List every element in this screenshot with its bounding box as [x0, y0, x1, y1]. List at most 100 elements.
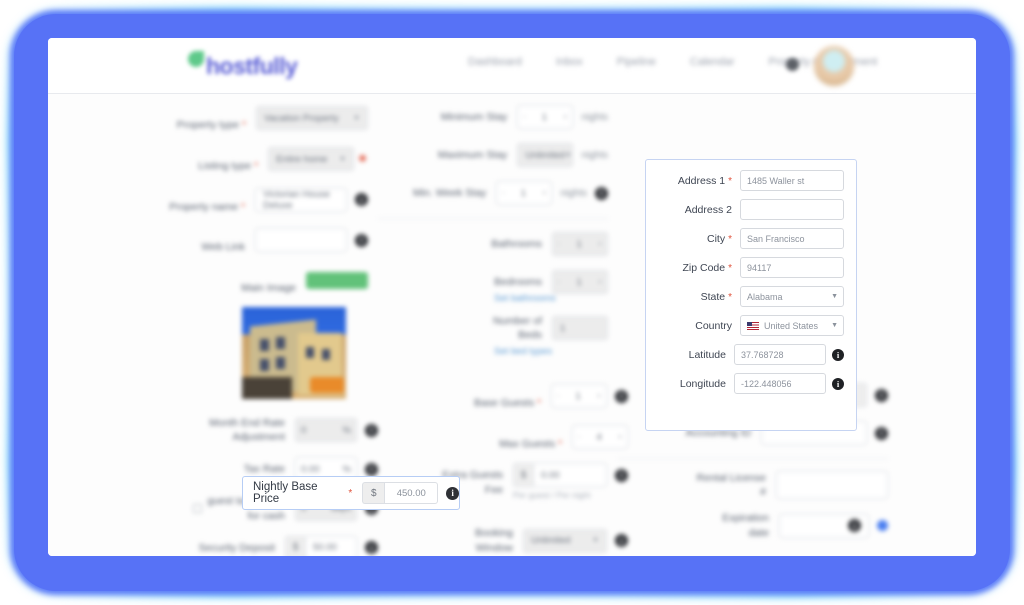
field-property-type[interactable]: Property type * Vacation Property ▼: [148, 104, 368, 133]
input-address-1[interactable]: 1485 Waller st: [740, 170, 844, 191]
nav-item-inbox[interactable]: Inbox: [556, 56, 583, 68]
field-property-name[interactable]: Property name * Victorian House Deluxe i: [148, 185, 368, 214]
minus-icon[interactable]: -: [578, 434, 580, 441]
nightly-base-price-row[interactable]: Nightly Base Price * $ 450.00 i: [242, 476, 460, 510]
user-avatar[interactable]: [814, 46, 854, 86]
set-bed-types-link[interactable]: Set bed types: [494, 346, 608, 357]
minus-icon[interactable]: -: [558, 279, 560, 286]
field-main-image[interactable]: Main Image: [148, 266, 368, 294]
minus-icon[interactable]: -: [557, 393, 559, 400]
input-minimum-stay[interactable]: - 1 +: [517, 105, 574, 129]
input-web-link[interactable]: [255, 228, 347, 253]
info-icon[interactable]: i: [832, 377, 844, 390]
input-security-deposit[interactable]: 50.00: [305, 535, 357, 556]
input-number-of-beds[interactable]: 1: [552, 316, 608, 341]
input-longitude[interactable]: -122.448056: [734, 373, 826, 394]
hostfully-logo[interactable]: hostfully: [188, 50, 318, 82]
input-rental-license[interactable]: [776, 471, 888, 500]
input-property-type[interactable]: Vacation Property ▼: [256, 106, 368, 131]
field-city[interactable]: City * San Francisco: [650, 228, 844, 249]
input-country[interactable]: United States ▼: [740, 315, 844, 336]
field-month-end-rate-adjustment[interactable]: Month End Rate Adjustment 0 % i: [148, 416, 378, 444]
input-booking-window[interactable]: Unlimited ▼: [523, 528, 607, 553]
info-icon[interactable]: i: [365, 462, 378, 476]
field-address-1[interactable]: Address 1 * 1485 Waller st: [650, 170, 844, 191]
suffix-percent: %: [342, 463, 351, 475]
field-base-guests[interactable]: Base Guests * - 1 + i: [378, 382, 628, 411]
input-base-guests[interactable]: - 1 +: [551, 384, 607, 409]
info-icon[interactable]: i: [355, 233, 368, 247]
info-icon[interactable]: i: [875, 426, 888, 440]
plus-icon[interactable]: +: [598, 241, 602, 248]
info-icon[interactable]: i: [832, 348, 844, 361]
window-shape: [260, 338, 269, 351]
minus-icon[interactable]: -: [523, 114, 525, 121]
value-property-type: Vacation Property: [264, 112, 339, 124]
grid-icon[interactable]: [786, 58, 799, 71]
info-icon[interactable]: i: [355, 193, 368, 207]
field-booking-window[interactable]: Booking Window Unlimited ▼ i: [378, 526, 628, 554]
required-marker: *: [558, 438, 562, 450]
nav-item-pipeline[interactable]: Pipeline: [617, 56, 656, 68]
field-bedrooms[interactable]: Bedrooms - 1 +: [378, 269, 608, 295]
value-country: United States: [764, 320, 819, 331]
field-address-2[interactable]: Address 2: [650, 199, 844, 220]
info-icon[interactable]: i: [365, 423, 378, 437]
info-icon[interactable]: i: [446, 486, 459, 500]
label-listing-type: Listing type: [198, 159, 252, 172]
input-city[interactable]: San Francisco: [740, 228, 844, 249]
field-security-deposit[interactable]: Security Deposit $ 50.00 i: [148, 535, 378, 556]
label-number-of-beds: Number of Beds: [492, 315, 542, 342]
nightly-base-price-input-group[interactable]: $ 450.00: [362, 482, 439, 504]
input-bedrooms[interactable]: - 1 +: [552, 270, 608, 294]
input-expiration-date[interactable]: i: [779, 513, 869, 538]
info-icon[interactable]: i: [365, 541, 378, 555]
field-listing-type[interactable]: Listing type * Entire home ▼ ✷: [148, 145, 368, 174]
field-latitude[interactable]: Latitude 37.768728 i: [650, 344, 844, 365]
field-zip-code[interactable]: Zip Code * 94117: [650, 257, 844, 278]
field-state[interactable]: State * Alabama ▼: [650, 286, 844, 307]
input-maximum-stay[interactable]: Unlimited ▼: [517, 143, 574, 167]
input-address-2[interactable]: [740, 199, 844, 220]
plus-icon[interactable]: +: [542, 190, 546, 197]
input-extra-guests-fee[interactable]: 0.00: [533, 463, 607, 488]
input-listing-type[interactable]: Entire home ▼: [268, 147, 355, 171]
input-zip-code[interactable]: 94117: [740, 257, 844, 278]
info-icon[interactable]: i: [875, 388, 888, 402]
choose-file-button[interactable]: [306, 272, 368, 290]
field-min-week-stay[interactable]: Min. Week Stay - 1 + nights i: [378, 180, 608, 206]
chevron-down-icon: ▼: [564, 151, 572, 159]
calendar-icon[interactable]: i: [848, 519, 861, 533]
required-marker: *: [728, 262, 732, 274]
plus-icon[interactable]: +: [563, 114, 567, 121]
input-month-end-rate-adjustment[interactable]: 0 %: [295, 418, 357, 443]
field-max-guests[interactable]: Max Guests * - 4 +: [378, 423, 628, 452]
field-web-link[interactable]: Web Link i: [148, 226, 368, 254]
field-number-of-beds[interactable]: Number of Beds 1: [378, 314, 608, 342]
field-longitude[interactable]: Longitude -122.448056 i: [650, 373, 844, 394]
field-maximum-stay[interactable]: Maximum Stay Unlimited ▼ nights: [378, 142, 608, 168]
guest-tax-checkbox[interactable]: [193, 504, 203, 514]
input-bathrooms[interactable]: - 1 +: [552, 232, 608, 256]
field-expiration-date[interactable]: Expiration date i: [618, 511, 888, 539]
input-nightly-base-price[interactable]: 450.00: [384, 482, 439, 504]
plus-icon[interactable]: +: [598, 279, 602, 286]
nav-item-calendar[interactable]: Calendar: [690, 56, 735, 68]
minus-icon[interactable]: -: [558, 241, 560, 248]
chevron-down-icon: ▼: [592, 537, 599, 545]
input-min-week-stay[interactable]: - 1 +: [496, 181, 553, 205]
info-icon[interactable]: i: [595, 186, 608, 200]
nav-item-dashboard[interactable]: Dashboard: [468, 56, 522, 68]
plus-icon[interactable]: +: [597, 393, 601, 400]
field-bathrooms[interactable]: Bathrooms - 1 +: [378, 231, 608, 257]
input-latitude[interactable]: 37.768728: [734, 344, 826, 365]
set-bathrooms-link[interactable]: Set bathrooms: [494, 293, 608, 304]
leaf-icon: [188, 51, 204, 67]
field-rental-license[interactable]: Rental License #: [618, 471, 888, 500]
input-state[interactable]: Alabama ▼: [740, 286, 844, 307]
field-minimum-stay[interactable]: Minimum Stay - 1 + nights: [378, 104, 608, 130]
input-property-name[interactable]: Victorian House Deluxe: [255, 187, 347, 212]
minus-icon[interactable]: -: [502, 190, 504, 197]
field-country[interactable]: Country United States ▼: [650, 315, 844, 336]
required-marker: *: [537, 398, 541, 410]
